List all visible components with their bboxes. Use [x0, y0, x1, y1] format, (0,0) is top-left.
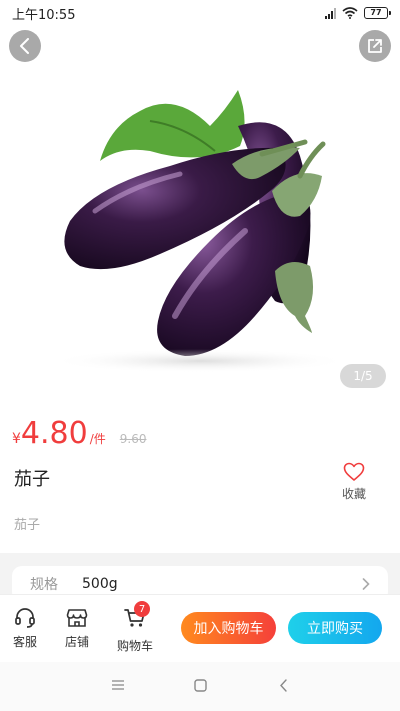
- favorite-label: 收藏: [341, 487, 366, 501]
- heart-icon: [343, 462, 365, 481]
- price-unit: /件: [89, 432, 106, 446]
- headset-icon: [15, 608, 35, 628]
- back-nav-icon[interactable]: [279, 679, 289, 692]
- home-icon[interactable]: [194, 679, 207, 692]
- menu-icon[interactable]: [112, 679, 124, 691]
- price-row: ¥ 4.80 /件 9.60: [12, 416, 146, 451]
- eggplant-image: [50, 90, 350, 373]
- cart-label: 购物车: [117, 639, 154, 653]
- image-counter: 1/5: [340, 364, 386, 388]
- original-price: 9.60: [119, 432, 147, 446]
- product-image-carousel[interactable]: 1/5: [0, 26, 400, 396]
- store-label: 店铺: [65, 635, 90, 649]
- status-icons: 77: [325, 7, 391, 19]
- share-icon: [368, 39, 382, 53]
- buy-now-button[interactable]: 立即购买: [288, 612, 382, 644]
- currency-symbol: ¥: [12, 431, 21, 447]
- status-time: 上午10:55: [12, 7, 76, 23]
- product-title: 茄子: [14, 469, 50, 490]
- back-button[interactable]: [9, 30, 41, 62]
- spec-label: 规格: [30, 577, 58, 593]
- price-value: 4.80: [20, 416, 88, 451]
- share-button[interactable]: [359, 30, 391, 62]
- wifi-icon: [342, 7, 358, 19]
- store-button[interactable]: 店铺: [65, 607, 89, 650]
- chevron-right-icon: [362, 578, 370, 590]
- back-icon: [20, 38, 29, 54]
- cart-button[interactable]: 7 购物车: [117, 601, 154, 654]
- spec-value: 500g: [82, 576, 118, 592]
- bottom-action-bar: 客服 店铺 7 购物车 加入购物车 立即购买: [0, 594, 400, 662]
- store-icon: [66, 609, 88, 627]
- favorite-button[interactable]: 收藏: [336, 462, 372, 502]
- signal-icon: [325, 7, 336, 19]
- add-to-cart-button[interactable]: 加入购物车: [181, 612, 276, 644]
- battery-icon: 77: [364, 7, 391, 19]
- cart-count-badge: 7: [134, 601, 150, 617]
- product-subtitle: 茄子: [14, 518, 41, 533]
- customer-service-label: 客服: [13, 635, 38, 649]
- status-bar: 上午10:55 77: [0, 0, 400, 26]
- system-navigation-bar: [0, 662, 400, 711]
- customer-service-button[interactable]: 客服: [13, 607, 37, 650]
